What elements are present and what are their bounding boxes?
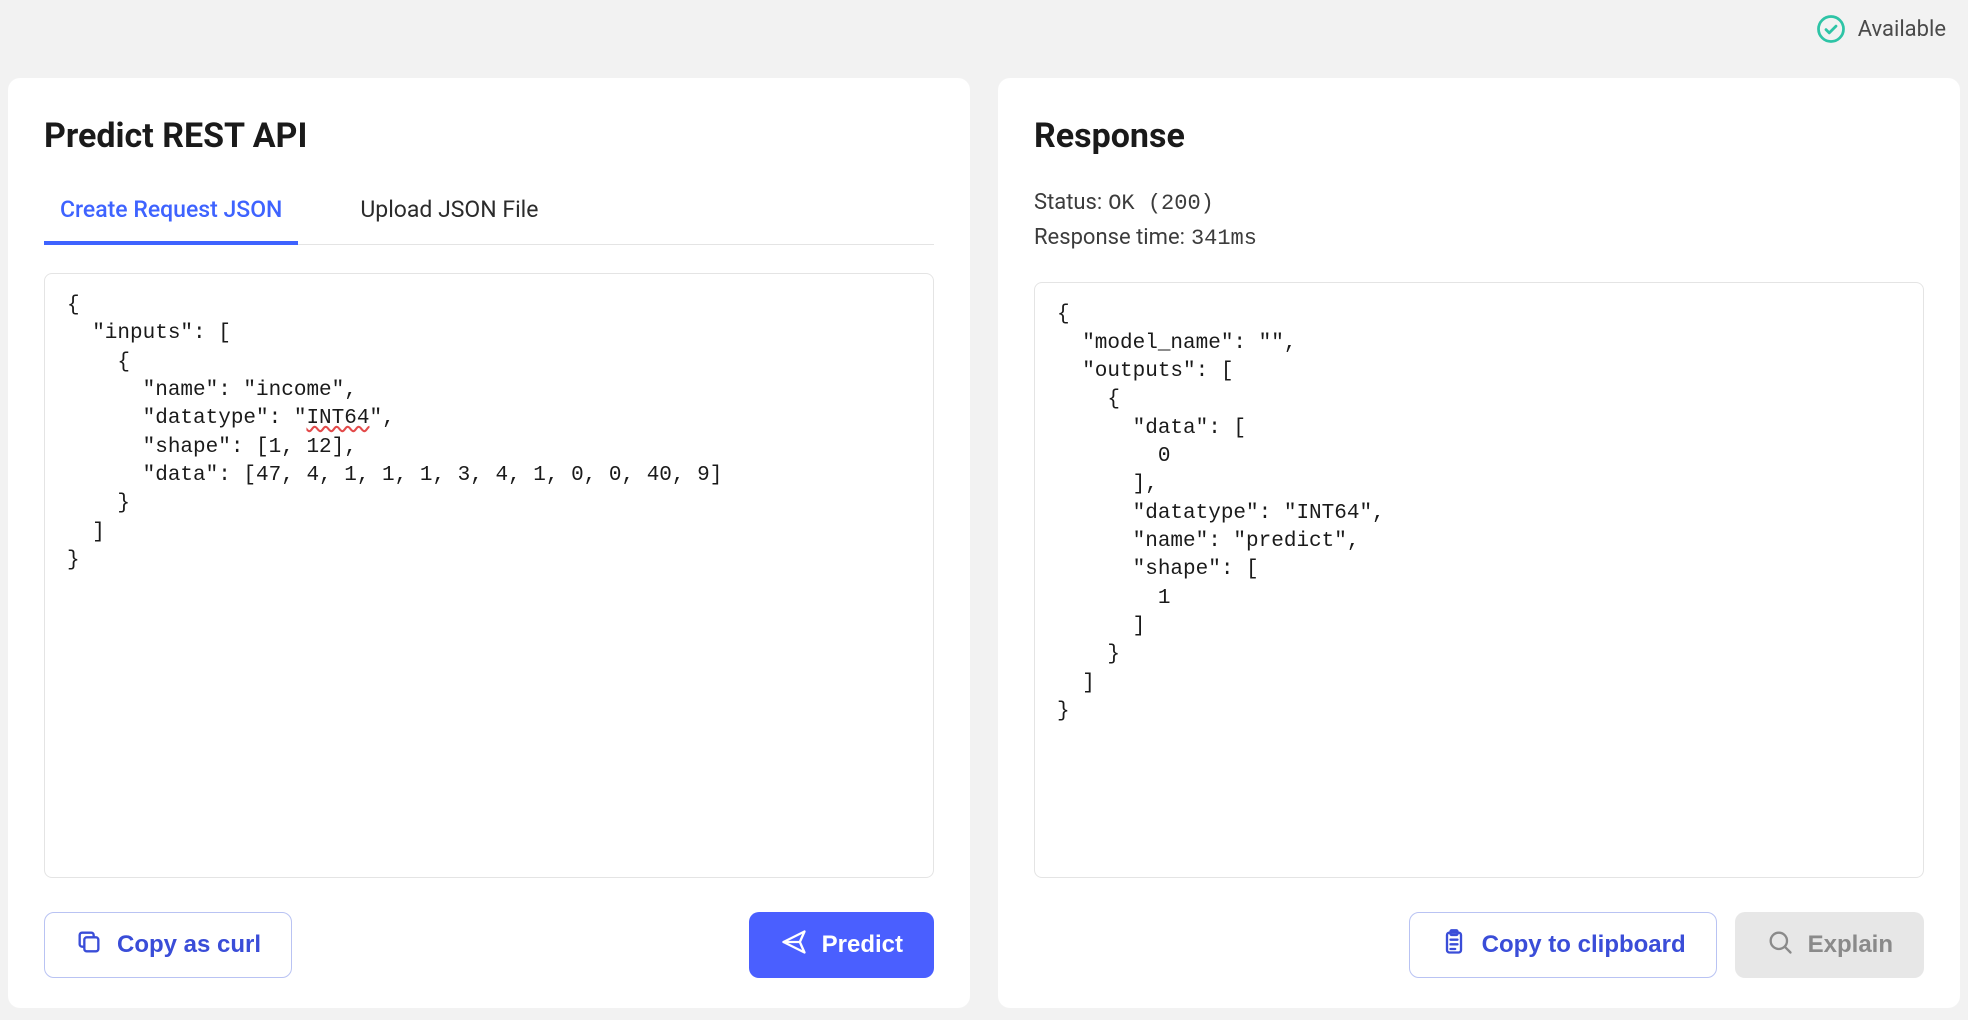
explain-label: Explain	[1808, 931, 1893, 959]
clipboard-icon	[1440, 928, 1468, 963]
send-icon	[780, 928, 808, 963]
tab-upload-json-file[interactable]: Upload JSON File	[344, 186, 554, 245]
predict-label: Predict	[822, 931, 903, 959]
request-tabs: Create Request JSON Upload JSON File	[44, 186, 934, 245]
response-json-viewer[interactable]: { "model_name": "", "outputs": [ { "data…	[1034, 282, 1924, 878]
response-title: Response	[1034, 116, 1924, 156]
availability-label: Available	[1858, 17, 1946, 42]
copy-icon	[75, 928, 103, 963]
magnifier-icon	[1766, 928, 1794, 963]
request-code-post: ", "shape": [1, 12], "data": [47, 4, 1, …	[67, 407, 722, 572]
response-status-value: OK (200)	[1108, 187, 1214, 221]
tab-create-request-json[interactable]: Create Request JSON	[44, 186, 298, 245]
response-status-label: Status:	[1034, 186, 1102, 220]
copy-to-clipboard-label: Copy to clipboard	[1482, 931, 1686, 959]
request-title: Predict REST API	[44, 116, 934, 156]
response-card: Response Status: OK (200) Response time:…	[998, 78, 1960, 1008]
request-code-int64: INT64	[306, 407, 369, 430]
response-time-label: Response time:	[1034, 221, 1185, 255]
copy-as-curl-label: Copy as curl	[117, 931, 261, 959]
predict-button[interactable]: Predict	[749, 912, 934, 978]
response-time-value: 341ms	[1191, 222, 1257, 256]
response-meta: Status: OK (200) Response time: 341ms	[1034, 186, 1924, 256]
status-bar: Available	[8, 0, 1960, 58]
copy-to-clipboard-button[interactable]: Copy to clipboard	[1409, 912, 1717, 978]
copy-as-curl-button[interactable]: Copy as curl	[44, 912, 292, 978]
request-card: Predict REST API Create Request JSON Upl…	[8, 78, 970, 1008]
explain-button[interactable]: Explain	[1735, 912, 1924, 978]
request-json-editor[interactable]: { "inputs": [ { "name": "income", "datat…	[44, 273, 934, 878]
check-circle-icon	[1816, 14, 1846, 44]
